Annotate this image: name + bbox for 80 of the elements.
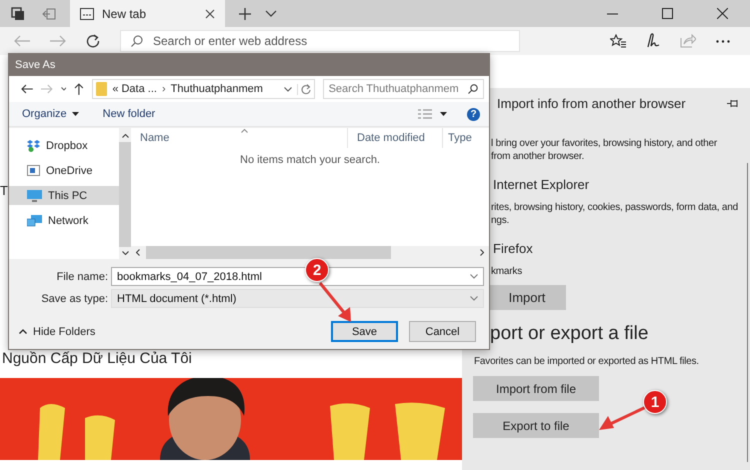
folder-nav-item[interactable]: Dropbox — [9, 136, 119, 155]
section-title: port or export a file — [490, 323, 648, 345]
monitor-icon — [27, 190, 42, 202]
caret-icon — [72, 112, 79, 116]
close-icon[interactable] — [717, 8, 728, 19]
hide-folders-button[interactable]: Hide Folders — [19, 326, 96, 338]
feed-title: Nguồn Cấp Dữ Liệu Của Tôi — [2, 350, 193, 367]
minimize-icon[interactable] — [607, 12, 618, 14]
browser-tab[interactable]: New tab — [70, 0, 225, 27]
scroll-down-icon[interactable] — [122, 251, 128, 255]
chevron-icon[interactable] — [265, 10, 277, 18]
page-icon — [80, 8, 94, 20]
panel-title: Import info from another browser — [497, 96, 687, 110]
toolbar-button[interactable]: New folder — [98, 106, 160, 122]
pointer-arrow — [318, 281, 354, 323]
new-tab-icon[interactable] — [239, 8, 251, 20]
intro-text: l bring over your favorites, browsing history, and other — [491, 137, 717, 150]
toolbar-button[interactable]: Organize — [17, 106, 84, 122]
chevron-icon — [470, 296, 478, 301]
tab-title: New tab — [102, 6, 148, 20]
folder-nav-item[interactable]: OneDrive — [9, 161, 119, 180]
source-details: rites, browsing history, cookies, passwords, form data, and — [491, 201, 738, 214]
empty-message: No items match your search. — [240, 154, 380, 166]
search-icon — [131, 35, 143, 47]
view-icon[interactable] — [418, 108, 432, 120]
scroll-right-icon[interactable] — [480, 249, 484, 256]
scrollbar[interactable] — [119, 128, 131, 259]
more-icon[interactable] — [716, 40, 730, 42]
favorites-list-icon[interactable] — [610, 34, 626, 48]
column-header[interactable]: Name — [131, 128, 347, 148]
sort-icon — [241, 129, 248, 133]
close-icon[interactable] — [205, 8, 215, 18]
network-icon — [27, 214, 42, 226]
column-header[interactable]: Type — [442, 128, 489, 148]
intro-text: from another browser. — [491, 150, 584, 163]
search-icon — [468, 84, 478, 94]
file-type-dropdown[interactable]: HTML document (*.html) — [111, 289, 484, 308]
section-description: Favorites can be imported or exported as HTML files. — [474, 355, 699, 368]
chevron-icon[interactable] — [60, 87, 66, 91]
maximize-icon[interactable] — [662, 8, 673, 19]
caret-icon[interactable] — [440, 112, 447, 116]
pin-icon[interactable] — [727, 98, 740, 108]
source-details: kmarks — [491, 265, 522, 278]
path-segment[interactable]: « Data ... — [112, 83, 157, 95]
heading-text: T — [0, 183, 8, 198]
help-button[interactable]: ? — [467, 108, 480, 120]
path-field[interactable]: « Data ... › Thuthuatphanmem — [92, 79, 315, 99]
caret-icon — [19, 329, 27, 334]
path-segment[interactable]: Thuthuatphanmem — [170, 83, 263, 95]
source-details: ngs. — [491, 214, 510, 227]
browser-name[interactable]: Internet Explorer — [493, 177, 590, 192]
address-field[interactable]: Search or enter web address — [120, 30, 520, 52]
scrollbar[interactable] — [131, 246, 489, 259]
folder-icon — [96, 82, 108, 96]
window-icon — [27, 165, 40, 176]
aside-icon[interactable] — [42, 8, 56, 20]
pen-icon[interactable] — [646, 33, 660, 49]
chevron-icon[interactable] — [284, 86, 292, 92]
up-icon[interactable] — [74, 83, 84, 95]
scroll-up-icon[interactable] — [122, 134, 128, 138]
dialog-button[interactable]: Save — [331, 321, 398, 342]
file-button[interactable]: Import from file — [473, 376, 599, 401]
scroll-left-icon[interactable] — [136, 249, 140, 256]
field-label: File name: — [56, 270, 109, 282]
search-field[interactable]: Search Thuthuatphanmem — [322, 79, 484, 99]
file-button[interactable]: Export to file — [473, 413, 599, 438]
folder-nav-item[interactable]: Network — [9, 211, 119, 230]
browser-name[interactable]: Firefox — [493, 241, 533, 256]
path-separator: › — [162, 83, 166, 95]
dialog-button[interactable]: Cancel — [409, 321, 476, 342]
refresh-icon[interactable] — [86, 34, 100, 48]
chevron-icon[interactable] — [470, 274, 478, 279]
folder-nav-item[interactable]: This PC — [9, 186, 119, 205]
tabs-icon[interactable] — [11, 6, 25, 20]
column-header[interactable]: Date modified — [347, 128, 442, 148]
back-icon[interactable] — [21, 84, 33, 94]
boxes-icon — [27, 140, 40, 152]
import-button[interactable]: Import — [488, 285, 566, 310]
dialog-title: Save As — [15, 59, 56, 71]
field-label: Save as type: — [40, 292, 109, 304]
